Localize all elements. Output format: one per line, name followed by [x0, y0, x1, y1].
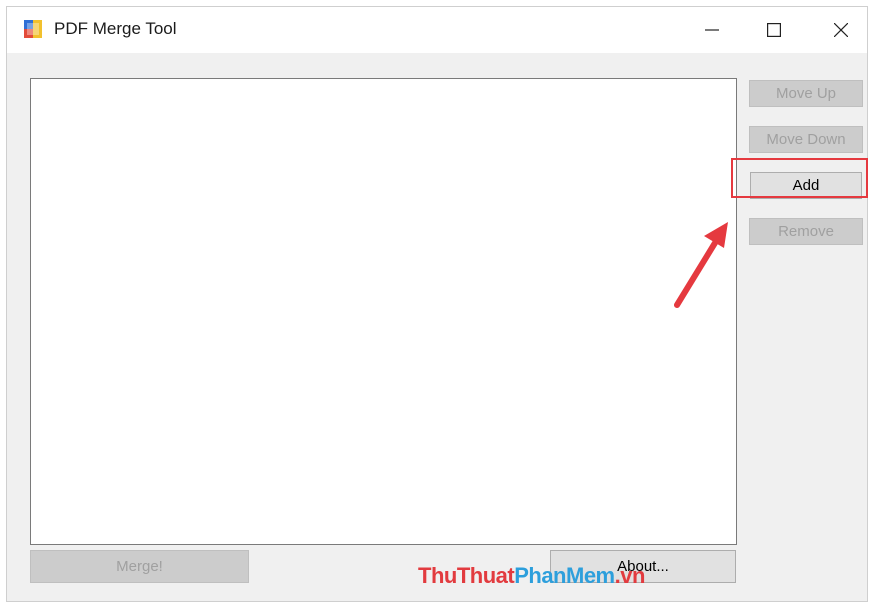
minimize-button[interactable] [689, 7, 735, 53]
app-icon [24, 20, 42, 38]
minimize-icon [705, 29, 719, 31]
close-icon [834, 23, 848, 37]
merge-button[interactable]: Merge! [30, 550, 249, 583]
watermark-part1: ThuThuat [418, 563, 515, 588]
close-button[interactable] [818, 7, 864, 53]
highlight-box [731, 158, 868, 198]
pdf-file-list[interactable] [30, 78, 737, 545]
watermark: ThuThuatPhanMem.vn [418, 563, 645, 589]
maximize-button[interactable] [751, 7, 797, 53]
maximize-icon [767, 23, 781, 37]
move-up-button[interactable]: Move Up [749, 80, 863, 107]
window-title: PDF Merge Tool [54, 19, 177, 38]
annotation-arrow-icon [674, 222, 728, 308]
move-down-button[interactable]: Move Down [749, 126, 863, 153]
watermark-part3: .vn [614, 563, 646, 588]
watermark-part2: PhanMem [514, 563, 615, 588]
remove-button[interactable]: Remove [749, 218, 863, 245]
title-bar[interactable]: PDF Merge Tool [7, 7, 867, 53]
